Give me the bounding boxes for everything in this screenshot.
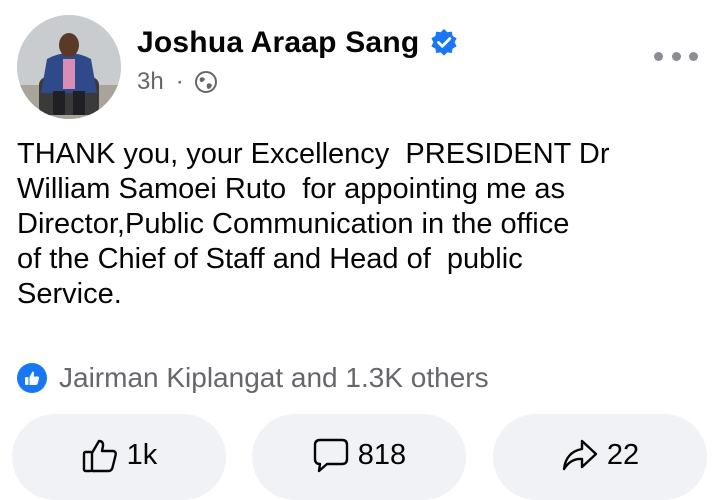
globe-icon[interactable]: [194, 70, 218, 94]
like-count: 1k: [126, 439, 158, 471]
share-count: 22: [606, 439, 640, 471]
author-name[interactable]: Joshua Araap Sang: [137, 26, 459, 60]
comment-button[interactable]: 818: [252, 414, 466, 500]
post-text: THANK you, your Excellency PRESIDENT Dr …: [17, 138, 610, 310]
comment-count: 818: [357, 439, 407, 471]
reactions-summary-text[interactable]: Jairman Kiplangat and 1.3K others: [59, 362, 489, 394]
share-button[interactable]: 22: [493, 414, 707, 500]
meta-separator: ·: [175, 68, 184, 95]
more-dot-icon: [671, 51, 681, 61]
like-button[interactable]: 1k: [12, 414, 226, 500]
post-meta: 3h ·: [137, 68, 218, 96]
author-name-text[interactable]: Joshua Araap Sang: [137, 26, 419, 60]
like-badge-icon: [17, 363, 47, 393]
verified-badge-icon: [429, 28, 459, 58]
more-dot-icon: [654, 51, 663, 61]
thumbs-up-icon: [81, 436, 119, 474]
post-time[interactable]: 3h: [137, 68, 164, 96]
more-options-button[interactable]: [654, 46, 698, 66]
avatar[interactable]: [17, 15, 121, 119]
share-icon: [561, 436, 599, 474]
more-dot-icon: [689, 51, 698, 61]
reactions-summary[interactable]: Jairman Kiplangat and 1.3K others: [17, 362, 489, 394]
facebook-post: Joshua Araap Sang 3h · THANK you, your E…: [0, 0, 720, 500]
comment-icon: [312, 436, 350, 474]
